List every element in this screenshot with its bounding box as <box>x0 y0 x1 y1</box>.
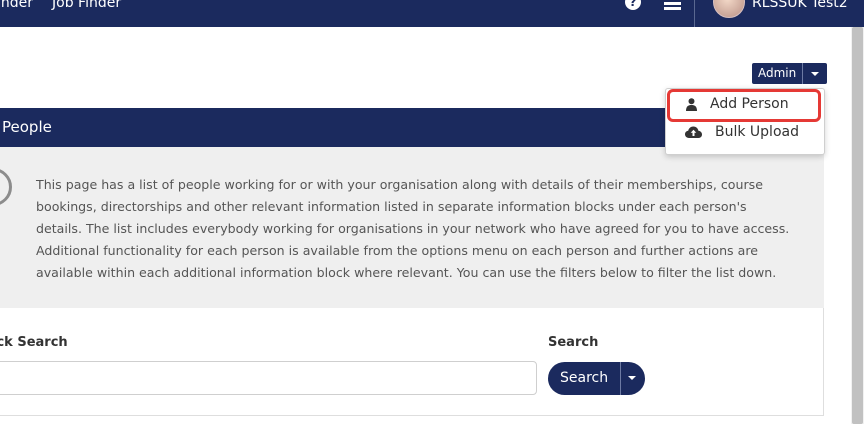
help-icon[interactable]: ? <box>625 0 641 10</box>
nav-link-job-finder[interactable]: Job Finder <box>52 0 121 11</box>
scrollbar-thumb[interactable] <box>852 27 863 424</box>
quick-search-input[interactable] <box>0 361 537 395</box>
search-label: Search <box>548 335 599 350</box>
info-description: This page has a list of people working f… <box>36 177 790 280</box>
highlight-box <box>667 89 821 122</box>
cloud-upload-icon <box>685 126 702 138</box>
top-navbar: inder Job Finder ? RLSSUK Test2 <box>0 0 864 27</box>
bulk-upload-menu-item[interactable]: Bulk Upload <box>666 121 824 147</box>
hamburger-menu-icon[interactable] <box>664 0 681 10</box>
vertical-scrollbar[interactable] <box>851 27 864 424</box>
admin-button-label[interactable]: Admin <box>752 63 803 84</box>
avatar[interactable] <box>713 0 745 18</box>
quick-search-label: ick Search <box>0 335 68 350</box>
info-icon <box>0 168 12 206</box>
info-box: This page has a list of people working f… <box>0 147 824 308</box>
nav-link-finder[interactable]: inder <box>0 0 33 11</box>
page-title: People <box>2 118 52 136</box>
search-split-button[interactable]: Search <box>548 362 646 395</box>
username[interactable]: RLSSUK Test2 <box>752 0 848 11</box>
search-dropdown-caret-icon[interactable] <box>620 362 646 395</box>
bulk-upload-label: Bulk Upload <box>715 124 799 140</box>
admin-split-button[interactable]: Admin <box>752 63 828 84</box>
admin-dropdown-caret-icon[interactable] <box>802 63 828 84</box>
nav-divider <box>694 0 695 27</box>
search-button[interactable]: Search <box>548 362 621 395</box>
